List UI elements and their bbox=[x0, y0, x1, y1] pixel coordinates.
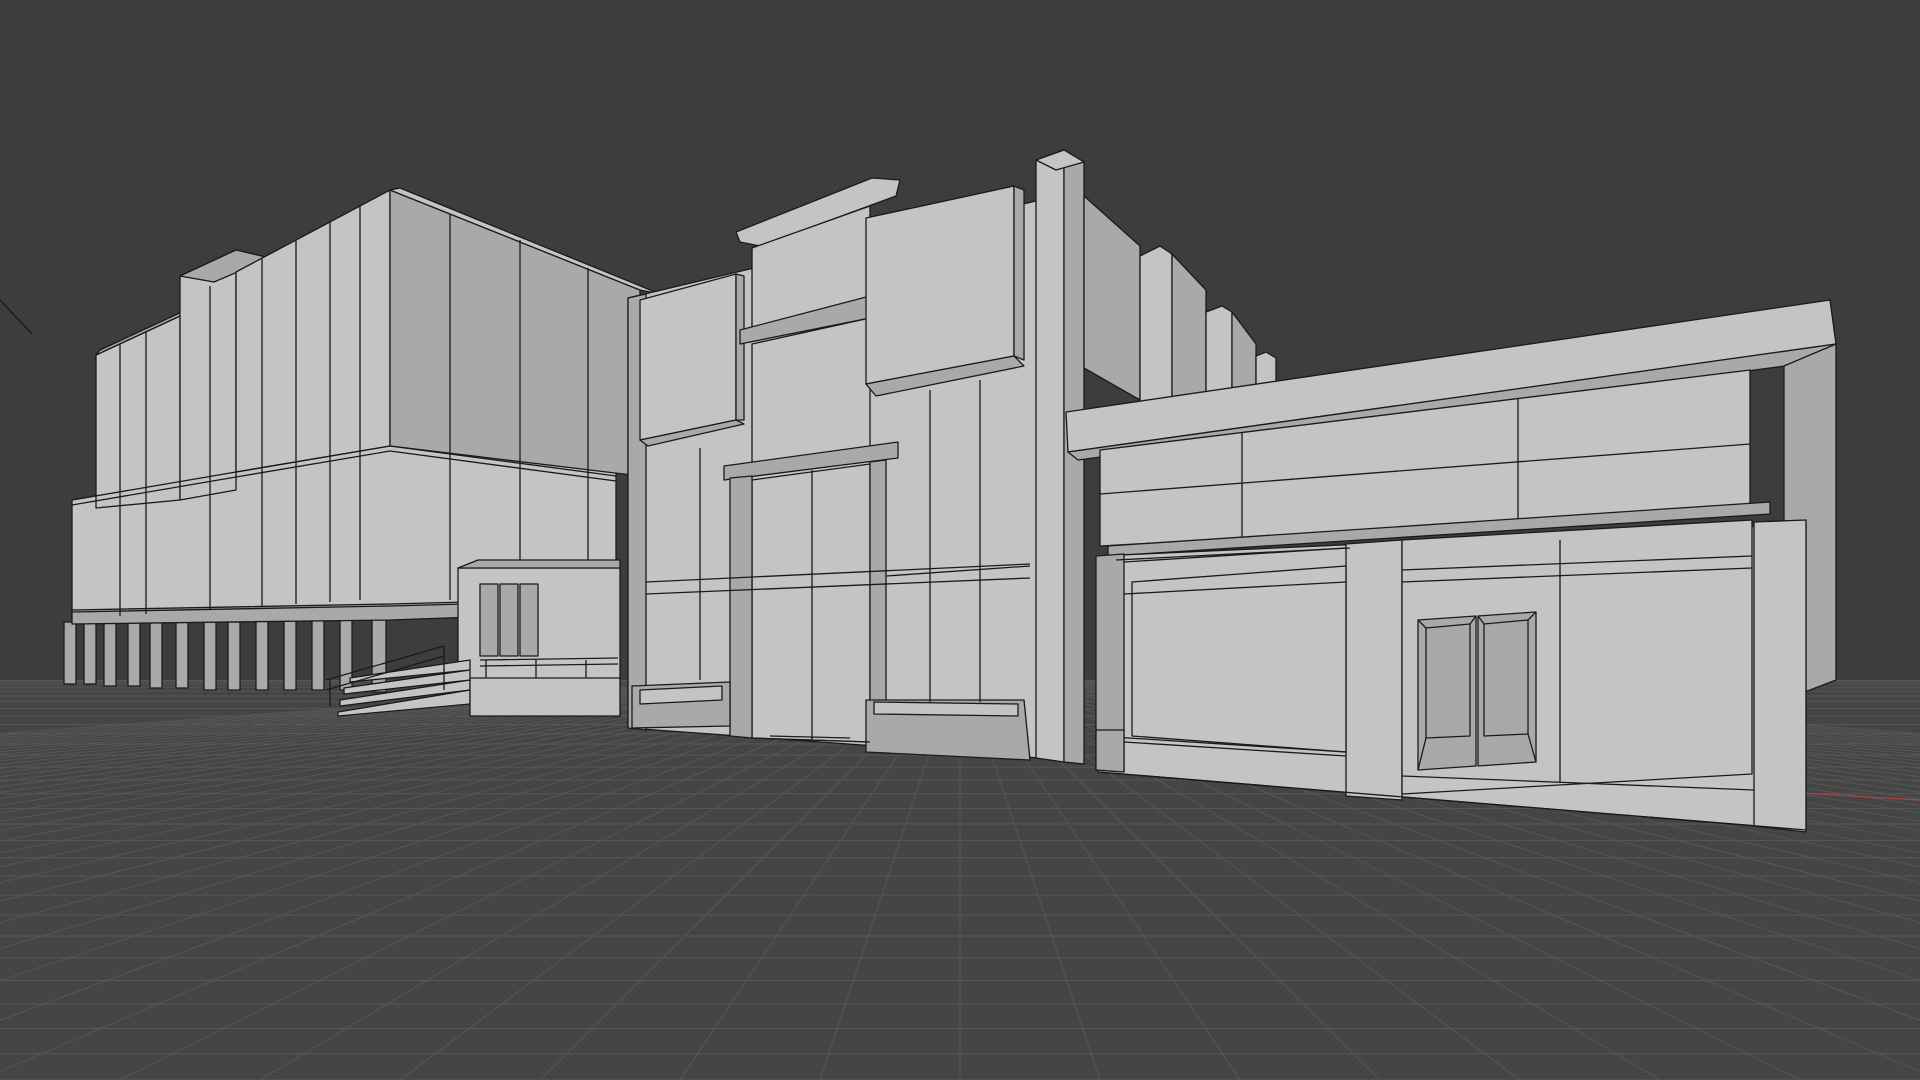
upper-right-panel bbox=[865, 185, 1015, 385]
storefront-window-left bbox=[1131, 565, 1347, 753]
entrance-door-left[interactable] bbox=[479, 583, 499, 657]
storefront-door-left[interactable] bbox=[1417, 615, 1477, 771]
entrance-door-right[interactable] bbox=[519, 583, 539, 657]
scene-canvas[interactable] bbox=[0, 0, 1920, 1080]
entrance-door-middle[interactable] bbox=[499, 583, 519, 657]
central-doorway[interactable] bbox=[751, 463, 871, 743]
3d-viewport[interactable] bbox=[0, 0, 1920, 1080]
storefront-door-right[interactable] bbox=[1477, 611, 1537, 767]
entrance-block-top bbox=[457, 559, 621, 569]
upper-left-panel bbox=[639, 273, 737, 441]
